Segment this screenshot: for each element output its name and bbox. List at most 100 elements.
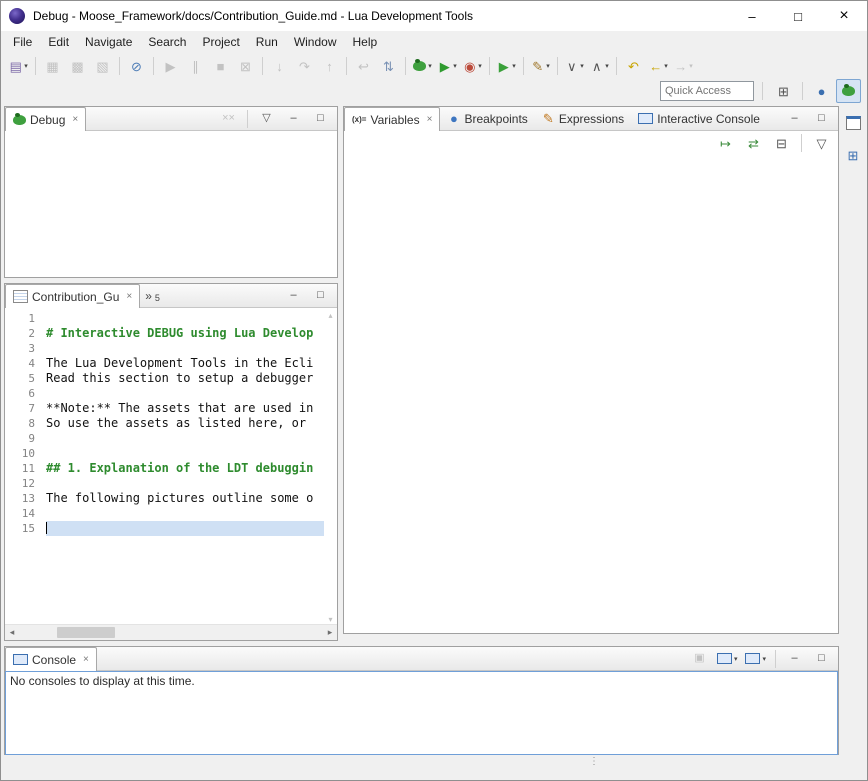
remove-terminated-button[interactable]: ×× xyxy=(216,109,241,129)
tab-interactive-console[interactable]: Interactive Console xyxy=(631,107,767,130)
minimize-button[interactable]: – xyxy=(782,109,807,129)
tab-expressions[interactable]: ✎Expressions xyxy=(535,107,631,130)
open-perspective-button[interactable]: ⊞ xyxy=(771,79,796,103)
save-button[interactable]: ▦ xyxy=(40,54,65,78)
scroll-up-icon[interactable]: ▴ xyxy=(328,311,332,320)
back-button[interactable]: ←▾ xyxy=(646,54,671,78)
open-task-button[interactable]: ✎▾ xyxy=(528,54,553,78)
maximize-button[interactable]: □ xyxy=(809,649,834,669)
debug-button[interactable]: ▾ xyxy=(410,54,435,78)
horizontal-scrollbar[interactable]: ◂ ▸ xyxy=(5,624,337,640)
view-menu-button[interactable]: ▽ xyxy=(809,131,834,155)
link-with-editor-button[interactable]: ⇄ xyxy=(741,131,766,155)
editor-tab-overflow[interactable]: » 5 xyxy=(140,284,165,307)
tab-console[interactable]: Console × xyxy=(5,647,97,671)
menu-navigate[interactable]: Navigate xyxy=(77,33,140,51)
show-logical-structure-button[interactable]: ↦ xyxy=(713,131,738,155)
debug-perspective-button[interactable] xyxy=(836,79,861,103)
forward-button[interactable]: →▾ xyxy=(671,54,696,78)
code-line[interactable] xyxy=(46,311,324,326)
display-console-button[interactable]: ▾ xyxy=(714,649,741,669)
sash-grip[interactable]: ⋮ xyxy=(589,756,599,767)
save-all-button[interactable]: ▩ xyxy=(65,54,90,78)
minimized-views-button[interactable]: ⊞ xyxy=(841,143,866,167)
next-annotation-button[interactable]: ∨▾ xyxy=(562,54,587,78)
scroll-left-icon[interactable]: ◂ xyxy=(5,627,19,638)
code-line[interactable]: **Note:** The assets that are used in xyxy=(46,401,324,416)
view-menu-button[interactable]: ▽ xyxy=(254,109,279,129)
code-line[interactable] xyxy=(46,476,324,491)
menu-help[interactable]: Help xyxy=(345,33,386,51)
tab-debug[interactable]: Debug × xyxy=(5,107,86,131)
menu-window[interactable]: Window xyxy=(286,33,345,51)
minimize-button[interactable]: – xyxy=(281,109,306,129)
code-line[interactable]: ## 1. Explanation of the LDT debuggin xyxy=(46,461,324,476)
pin-console-button[interactable]: ▣ xyxy=(687,649,712,669)
maximize-button[interactable]: □ xyxy=(308,109,333,129)
suspend-button[interactable]: ∥ xyxy=(183,54,208,78)
code-line[interactable]: Read this section to setup a debugger xyxy=(46,371,324,386)
console-output[interactable]: No consoles to display at this time. xyxy=(5,671,838,755)
terminate-button[interactable]: ■ xyxy=(208,54,233,78)
minimize-button[interactable]: – xyxy=(782,649,807,669)
previous-annotation-button[interactable]: ∧▾ xyxy=(587,54,612,78)
window-maximize-button[interactable]: □ xyxy=(775,1,821,31)
new-button[interactable]: ▤▾ xyxy=(6,54,31,78)
last-edit-location-button[interactable]: ↶ xyxy=(621,54,646,78)
quick-access-input[interactable] xyxy=(660,81,754,101)
code-line[interactable] xyxy=(46,341,324,356)
menu-run[interactable]: Run xyxy=(248,33,286,51)
code-area[interactable]: # Interactive DEBUG using Lua Develop The… xyxy=(46,311,324,624)
code-line[interactable] xyxy=(46,506,324,521)
code-line[interactable]: So use the assets as listed here, or xyxy=(46,416,324,431)
resume-button[interactable]: ▶ xyxy=(158,54,183,78)
code-line[interactable] xyxy=(46,521,324,536)
vertical-scrollbar[interactable]: ▴ ▾ xyxy=(324,311,337,624)
ldt-perspective-button[interactable]: ● xyxy=(809,79,834,103)
window-minimize-button[interactable]: – xyxy=(729,1,775,31)
step-over-button[interactable]: ↷ xyxy=(292,54,317,78)
open-console-button[interactable]: ▾ xyxy=(742,649,769,669)
tab-breakpoints[interactable]: ●Breakpoints xyxy=(440,107,534,130)
code-line[interactable]: # Interactive DEBUG using Lua Develop xyxy=(46,326,324,341)
tab-variables[interactable]: (x)=Variables× xyxy=(344,107,440,131)
code-line[interactable] xyxy=(46,386,324,401)
code-line[interactable]: The following pictures outline some o xyxy=(46,491,324,506)
step-return-button[interactable]: ↑ xyxy=(317,54,342,78)
window-close-button[interactable]: × xyxy=(821,1,867,31)
print-button[interactable]: ▧ xyxy=(90,54,115,78)
drop-to-frame-button[interactable]: ↩ xyxy=(351,54,376,78)
suspend-icon: ∥ xyxy=(189,60,202,73)
step-into-button[interactable]: ↓ xyxy=(267,54,292,78)
menu-project[interactable]: Project xyxy=(194,33,247,51)
use-step-filters-button[interactable]: ⇅ xyxy=(376,54,401,78)
close-icon[interactable]: × xyxy=(126,291,132,302)
scrollbar-thumb[interactable] xyxy=(57,627,115,638)
menu-edit[interactable]: Edit xyxy=(40,33,77,51)
scroll-right-icon[interactable]: ▸ xyxy=(323,627,337,638)
close-icon[interactable]: × xyxy=(72,114,78,125)
disconnect-button[interactable]: ⊠ xyxy=(233,54,258,78)
code-line[interactable]: The Lua Development Tools in the Ecli xyxy=(46,356,324,371)
title-bar[interactable]: Debug - Moose_Framework/docs/Contributio… xyxy=(1,1,867,31)
minimize-icon: – xyxy=(287,290,300,301)
external-tools-button[interactable]: ▶▾ xyxy=(494,54,519,78)
run-button[interactable]: ▶▾ xyxy=(435,54,460,78)
scroll-down-icon[interactable]: ▾ xyxy=(328,615,332,624)
restore-minimized-stack-button[interactable] xyxy=(841,111,866,135)
debug-tree[interactable] xyxy=(5,131,337,277)
code-line[interactable] xyxy=(46,431,324,446)
menu-file[interactable]: File xyxy=(5,33,40,51)
minimize-button[interactable]: – xyxy=(281,286,306,306)
code-line[interactable] xyxy=(46,446,324,461)
maximize-button[interactable]: □ xyxy=(809,109,834,129)
skip-all-breakpoints-button[interactable]: ⊘ xyxy=(124,54,149,78)
close-icon[interactable]: × xyxy=(83,654,89,665)
collapse-all-button[interactable]: ⊟ xyxy=(769,131,794,155)
maximize-button[interactable]: □ xyxy=(308,286,333,306)
menu-search[interactable]: Search xyxy=(140,33,194,51)
variables-tree[interactable] xyxy=(344,155,838,633)
close-icon[interactable]: × xyxy=(427,114,433,125)
coverage-button[interactable]: ◉▾ xyxy=(460,54,485,78)
tab-contribution-guide[interactable]: Contribution_Gu × xyxy=(5,284,140,308)
